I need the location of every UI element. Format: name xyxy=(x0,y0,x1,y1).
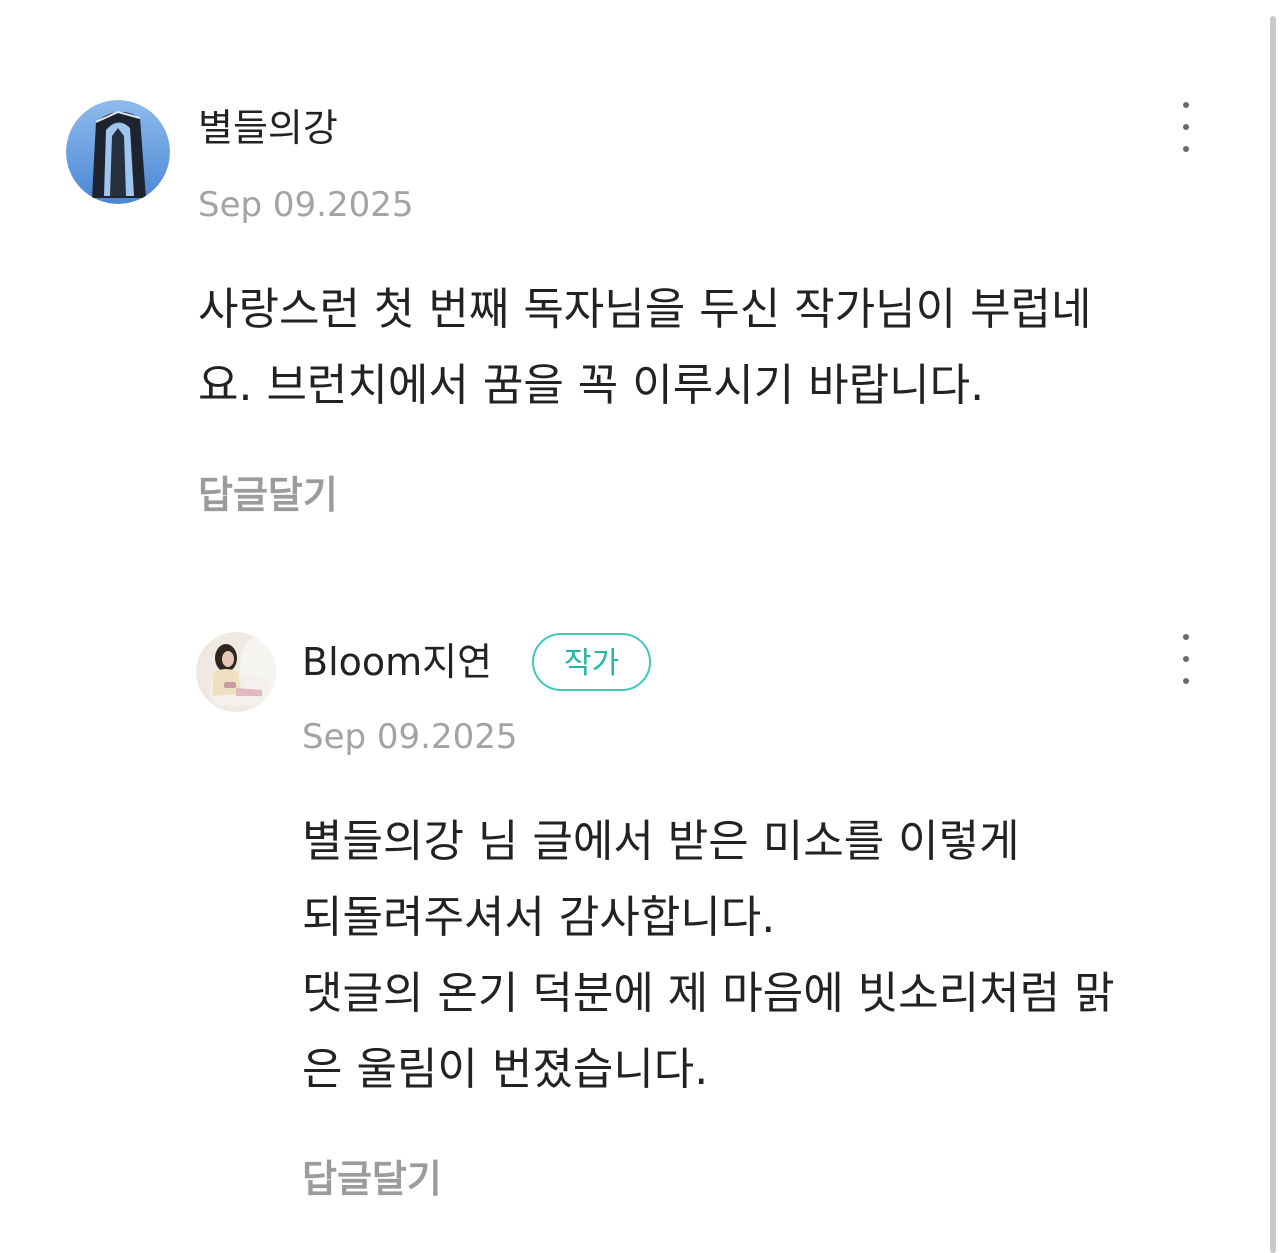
building-profile-icon xyxy=(66,100,170,204)
comment-text-line: 사랑스런 첫 번째 독자님을 두신 작가님이 부럽네 xyxy=(198,284,1092,335)
reply-button[interactable]: 답글달기 xyxy=(302,1156,442,1202)
author-badge: 작가 xyxy=(532,633,652,691)
reply-text-line: 되돌려주셔서 감사합니다. xyxy=(302,892,776,943)
scrollbar[interactable] xyxy=(1270,16,1276,1253)
reply-text-line: 댓글의 온기 덕분에 제 마음에 빗소리처럼 맑 xyxy=(302,968,1115,1019)
avatar[interactable] xyxy=(66,100,170,204)
avatar[interactable] xyxy=(196,632,276,712)
reply-button[interactable]: 답글달기 xyxy=(198,472,338,518)
reply-date: Sep 09.2025 xyxy=(302,717,518,757)
comment-date: Sep 09.2025 xyxy=(198,185,414,225)
comment-text-line: 요. 브런치에서 꿈을 꼭 이루시기 바랍니다. xyxy=(198,360,985,411)
reply-text-line: 별들의강 님 글에서 받은 미소를 이렇게 xyxy=(302,816,1020,867)
reply-author-name[interactable]: Bloom지연 xyxy=(302,638,492,686)
more-options-button[interactable] xyxy=(1166,628,1206,698)
person-photo-avatar xyxy=(196,632,276,712)
reply-text-line: 은 울림이 번졌습니다. xyxy=(302,1044,709,1095)
comment-author-name[interactable]: 별들의강 xyxy=(198,104,338,152)
more-options-button[interactable] xyxy=(1166,96,1206,166)
